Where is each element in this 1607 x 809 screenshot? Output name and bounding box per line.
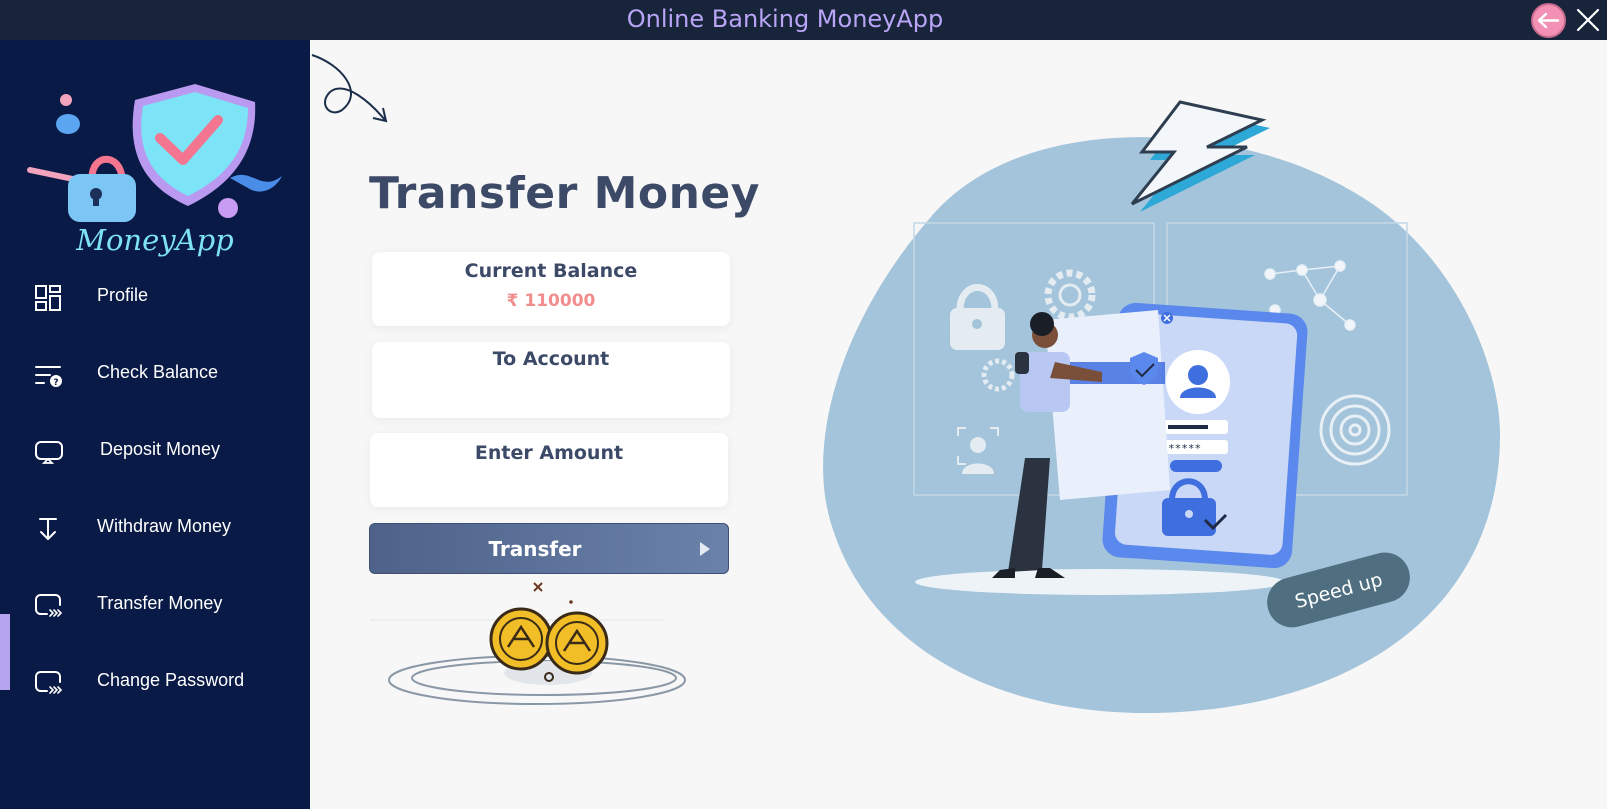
shield-lock-logo: [27, 84, 282, 222]
deposit-icon: [35, 441, 63, 464]
title-bar: Online Banking MoneyApp: [0, 0, 1607, 40]
close-button[interactable]: [1573, 5, 1603, 35]
amount-label: Enter Amount: [474, 442, 624, 464]
brand-name: MoneyApp: [76, 223, 234, 257]
sidebar-item-label: Transfer Money: [97, 593, 223, 613]
window-title: Online Banking MoneyApp: [626, 5, 944, 33]
sidebar-item-label: Change Password: [97, 670, 245, 690]
sidebar-item-withdraw-money[interactable]: Withdraw Money: [0, 499, 310, 559]
sidebar-item-label: Profile: [97, 285, 149, 305]
loop-arrow-icon: [311, 54, 388, 123]
amount-card: Enter Amount: [370, 433, 728, 507]
transfer-icon: [35, 594, 63, 617]
sidebar-item-check-balance[interactable]: ? Check Balance: [0, 345, 310, 405]
transfer-button-label: Transfer: [488, 537, 582, 561]
sidebar-item-label: Withdraw Money: [97, 516, 232, 536]
coins-illustration: [370, 582, 686, 705]
close-icon: [1576, 8, 1600, 32]
to-account-label: To Account: [492, 348, 610, 370]
password-icon: [35, 671, 63, 694]
to-account-input[interactable]: [386, 382, 716, 410]
sidebar-item-profile[interactable]: Profile: [0, 268, 310, 328]
balance-value: ₹ 110000: [506, 291, 596, 311]
back-arrow-icon: [1537, 12, 1560, 29]
svg-text:*****: *****: [1168, 442, 1201, 455]
withdraw-arrow-icon: [39, 518, 57, 540]
amount-input[interactable]: [384, 473, 714, 501]
dashboard-icon: [35, 285, 61, 311]
balance-label: Current Balance: [464, 260, 638, 282]
svg-text:?: ?: [53, 378, 58, 388]
to-account-card: To Account: [372, 342, 730, 418]
sidebar-item-label: Check Balance: [97, 362, 219, 382]
balance-list-icon: ?: [35, 366, 62, 388]
sidebar: MoneyApp Profile ? Check Balance Deposit…: [0, 40, 310, 809]
transfer-button[interactable]: Transfer: [369, 523, 729, 574]
sidebar-item-label: Deposit Money: [100, 439, 221, 459]
sidebar-item-change-password[interactable]: Change Password: [0, 653, 310, 713]
balance-card: Current Balance ₹ 110000: [372, 252, 730, 326]
security-illustration: ***** Speed up: [823, 100, 1500, 714]
back-button[interactable]: [1531, 3, 1566, 38]
play-arrow-icon: [700, 542, 710, 556]
sidebar-item-transfer-money[interactable]: Transfer Money: [0, 576, 310, 636]
page-title: Transfer Money: [369, 168, 760, 219]
sidebar-item-deposit-money[interactable]: Deposit Money: [0, 422, 310, 482]
